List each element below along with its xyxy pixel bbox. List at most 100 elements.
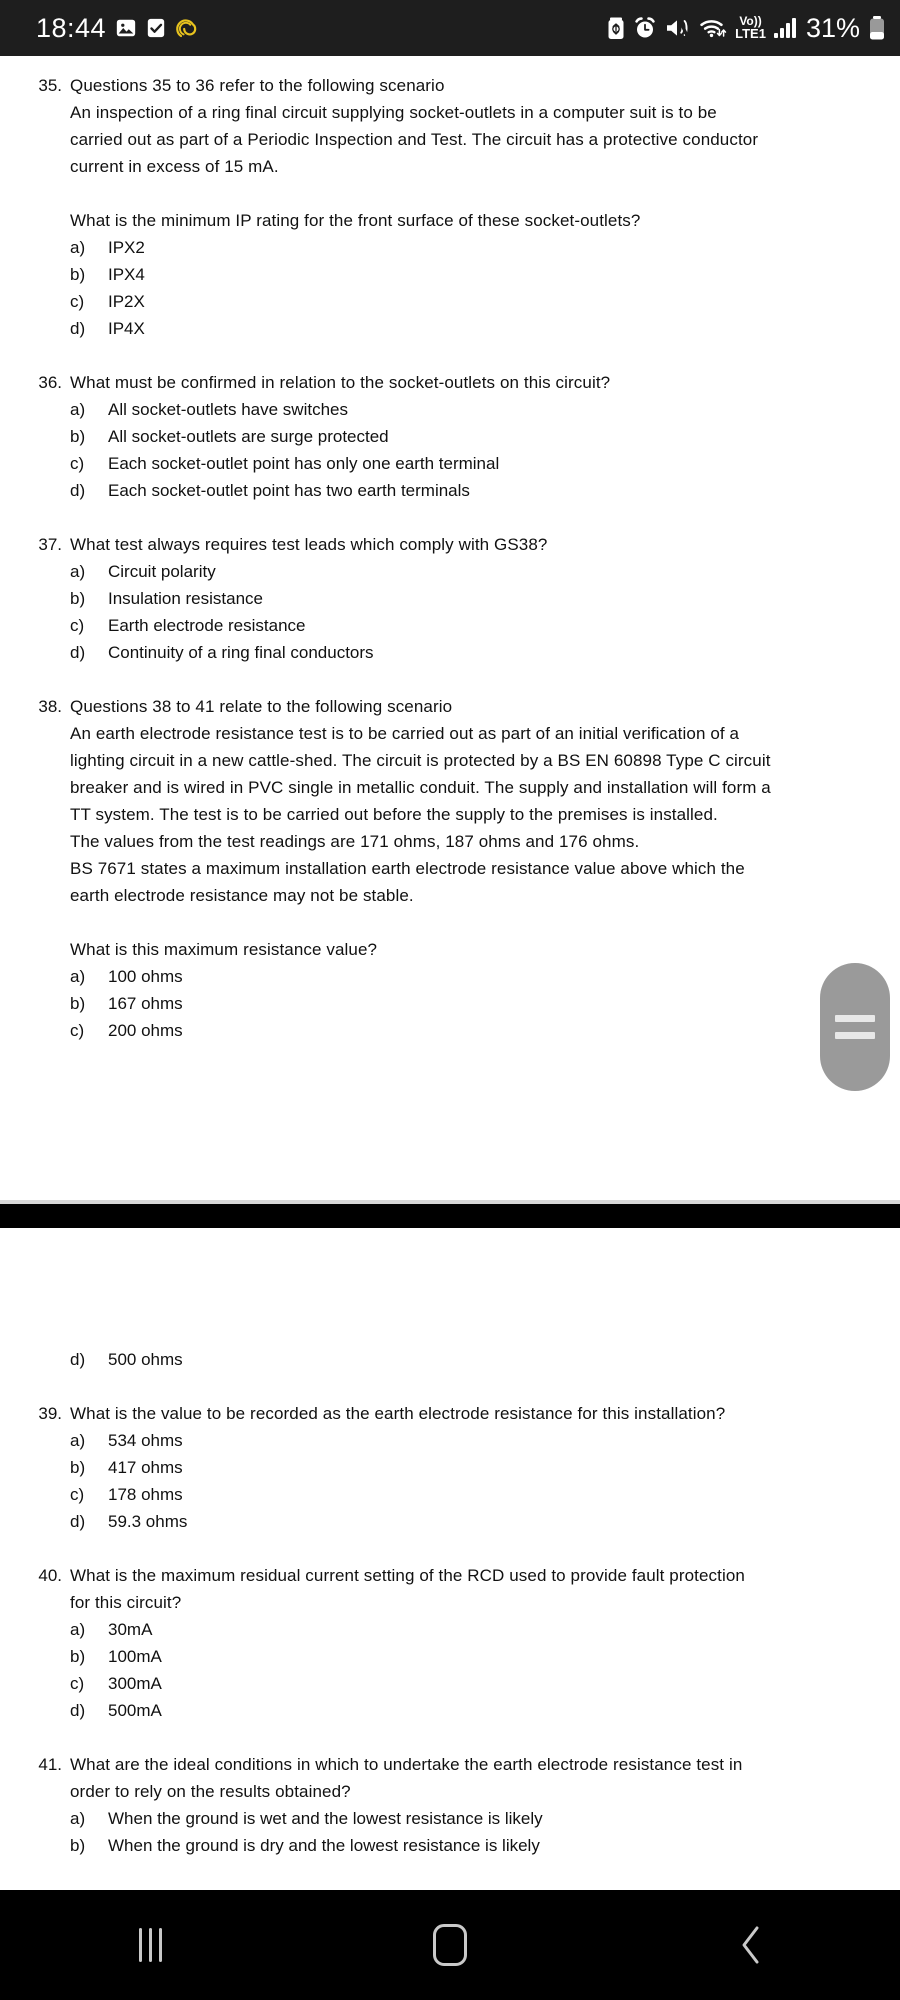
option-item[interactable]: b) All socket-outlets are surge protected: [26, 423, 874, 450]
option-item[interactable]: a) All socket-outlets have switches: [26, 396, 874, 423]
body-line: lighting circuit in a new cattle-shed. T…: [70, 751, 771, 770]
document-page-lower[interactable]: d) 500 ohms 39. What is the value to be r…: [0, 1228, 900, 1890]
nav-back-button[interactable]: [600, 1922, 900, 1968]
body-line: BS 7671 states a maximum installation ea…: [70, 859, 745, 878]
option-item[interactable]: d) 500mA: [26, 1697, 874, 1724]
option-list-continued: d) 500 ohms: [26, 1346, 874, 1373]
scroll-thumb-line: [835, 1032, 875, 1039]
nav-recents-button[interactable]: [0, 1928, 300, 1962]
option-label: b): [70, 1647, 86, 1666]
option-label: b): [70, 427, 86, 446]
option-item[interactable]: c) Each socket-outlet point has only one …: [26, 450, 874, 477]
question-block-37: 37. What test always requires test leads…: [26, 531, 874, 666]
scroll-thumb-line: [835, 1015, 875, 1022]
option-label: c): [70, 1485, 85, 1504]
question-gap: [26, 342, 874, 369]
option-text: Each socket-outlet point has two earth t…: [108, 481, 470, 500]
body-line: earth electrode resistance may not be st…: [70, 886, 414, 905]
question-block-38: 38. Questions 38 to 41 relate to the fol…: [26, 693, 874, 1044]
option-text: IP2X: [108, 292, 145, 311]
option-text: 300mA: [108, 1674, 162, 1693]
option-label: c): [70, 1674, 85, 1693]
scroll-thumb[interactable]: [820, 963, 890, 1091]
option-label: d): [70, 1350, 86, 1369]
question-number: 37.: [38, 535, 62, 554]
photo-icon: [115, 17, 137, 39]
option-text: 500 ohms: [108, 1350, 183, 1369]
question-number: 35.: [38, 76, 62, 95]
option-label: b): [70, 1458, 86, 1477]
question-block-35: 35. Questions 35 to 36 refer to the foll…: [26, 72, 874, 342]
option-label: d): [70, 1512, 86, 1531]
option-label: a): [70, 238, 86, 257]
question-heading-cont: order to rely on the results obtained?: [70, 1782, 351, 1801]
question-number: 40.: [38, 1566, 62, 1585]
option-item[interactable]: a) 534 ohms: [26, 1427, 874, 1454]
option-text: When the ground is wet and the lowest re…: [108, 1809, 543, 1828]
pocket-icon: [175, 16, 199, 40]
option-label: c): [70, 292, 85, 311]
question-block-40: 40. What is the maximum residual current…: [26, 1562, 874, 1724]
option-item[interactable]: d) 59.3 ohms: [26, 1508, 874, 1535]
option-text: Earth electrode resistance: [108, 616, 306, 635]
option-item[interactable]: b) 167 ohms: [26, 990, 874, 1017]
option-item[interactable]: c) 200 ohms: [26, 1017, 874, 1044]
question-prompt: What is this maximum resistance value?: [70, 940, 378, 959]
nav-home-button[interactable]: [300, 1924, 600, 1966]
option-text: 100 ohms: [108, 967, 183, 986]
option-item[interactable]: d) Each socket-outlet point has two earth…: [26, 477, 874, 504]
option-item[interactable]: b) When the ground is dry and the lowest …: [26, 1832, 874, 1859]
option-text: IPX4: [108, 265, 145, 284]
body-line: An inspection of a ring final circuit su…: [70, 103, 717, 122]
body-line: TT system. The test is to be carried out…: [70, 805, 718, 824]
option-item[interactable]: a) 30mA: [26, 1616, 874, 1643]
option-text: 200 ohms: [108, 1021, 183, 1040]
battery-saver-icon: [607, 16, 625, 40]
option-text: 417 ohms: [108, 1458, 183, 1477]
option-label: a): [70, 400, 86, 419]
question-body: An inspection of a ring final circuit su…: [70, 99, 874, 234]
mute-vibrate-icon: [665, 16, 691, 40]
option-list: a) 30mA b) 100mA c) 300mA d) 500mA: [26, 1616, 874, 1724]
option-item[interactable]: c) IP2X: [26, 288, 874, 315]
option-list: a) IPX2 b) IPX4 c) IP2X d) IP4X: [26, 234, 874, 342]
option-list: a) When the ground is wet and the lowest …: [26, 1805, 874, 1859]
question-heading: What is the value to be recorded as the …: [70, 1404, 726, 1423]
option-list: a) Circuit polarity b) Insulation resistan…: [26, 558, 874, 666]
option-item[interactable]: c) 300mA: [26, 1670, 874, 1697]
status-bar-right: Vo)) LTE1 31%: [607, 14, 886, 42]
option-item[interactable]: a) 100 ohms: [26, 963, 874, 990]
option-list: a) All socket-outlets have switches b) All…: [26, 396, 874, 504]
option-item[interactable]: b) 417 ohms: [26, 1454, 874, 1481]
option-item[interactable]: c) 178 ohms: [26, 1481, 874, 1508]
back-icon: [742, 1926, 759, 1964]
option-label: b): [70, 994, 86, 1013]
option-item[interactable]: d) 500 ohms: [26, 1346, 874, 1373]
volte-line2: LTE1: [735, 25, 766, 41]
option-text: IPX2: [108, 238, 145, 257]
option-item[interactable]: a) When the ground is wet and the lowest …: [26, 1805, 874, 1832]
option-item[interactable]: b) IPX4: [26, 261, 874, 288]
option-label: a): [70, 562, 86, 581]
option-text: All socket-outlets are surge protected: [108, 427, 389, 446]
question-number: 38.: [38, 697, 62, 716]
body-line: breaker and is wired in PVC single in me…: [70, 778, 771, 797]
option-item[interactable]: d) IP4X: [26, 315, 874, 342]
option-item[interactable]: b) Insulation resistance: [26, 585, 874, 612]
question-prompt: What is the minimum IP rating for the fr…: [70, 211, 641, 230]
option-item[interactable]: b) 100mA: [26, 1643, 874, 1670]
option-item[interactable]: d) Continuity of a ring final conductors: [26, 639, 874, 666]
option-item[interactable]: a) IPX2: [26, 234, 874, 261]
option-label: d): [70, 1701, 86, 1720]
battery-icon: [868, 15, 886, 41]
option-text: 178 ohms: [108, 1485, 183, 1504]
document-page-upper[interactable]: 35. Questions 35 to 36 refer to the foll…: [0, 56, 900, 1204]
option-item[interactable]: c) Earth electrode resistance: [26, 612, 874, 639]
option-label: a): [70, 1620, 86, 1639]
option-item[interactable]: a) Circuit polarity: [26, 558, 874, 585]
option-text: Continuity of a ring final conductors: [108, 643, 374, 662]
option-text: Insulation resistance: [108, 589, 263, 608]
question-body: for this circuit?: [70, 1589, 874, 1616]
